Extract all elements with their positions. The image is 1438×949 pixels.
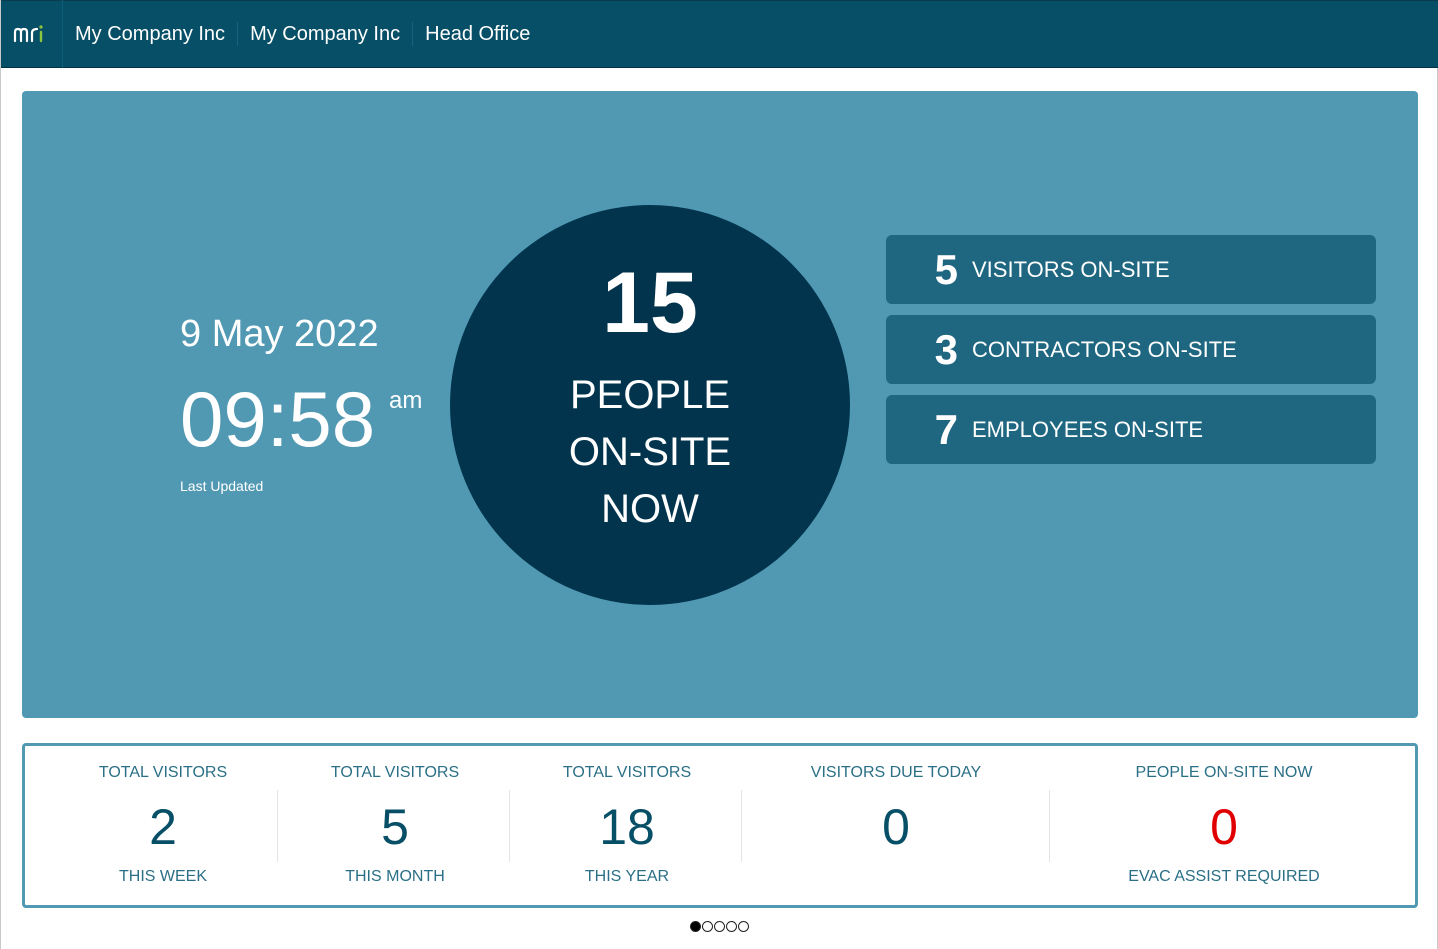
time-am-pm: am xyxy=(389,387,423,414)
summary-divider xyxy=(741,790,742,862)
summary-subtitle: EVAC ASSIST REQUIRED xyxy=(1128,868,1320,885)
summary-heading: PEOPLE ON-SITE NOW xyxy=(1135,764,1313,781)
summary-value-alert: 0 xyxy=(1210,799,1238,855)
onsite-summary-panel: 9 May 2022 09:58 am Last Updated 15 PEOP… xyxy=(22,91,1418,718)
slide-pager xyxy=(690,921,749,932)
people-onsite-label-line: NOW xyxy=(601,487,699,531)
people-onsite-label-line: ON-SITE xyxy=(568,430,732,474)
summary-heading: TOTAL VISITORS xyxy=(562,764,692,781)
evac-assist-required: PEOPLE ON-SITE NOW 0 EVAC ASSIST REQUIRE… xyxy=(1051,746,1397,905)
visitors-onsite-count: 5 xyxy=(934,245,958,293)
summary-value: 2 xyxy=(149,799,177,855)
visitors-onsite-card[interactable]: 5 VISITORS ON-SITE xyxy=(886,235,1376,304)
summary-heading: VISITORS DUE TODAY xyxy=(810,764,982,781)
contractors-onsite-card[interactable]: 3 CONTRACTORS ON-SITE xyxy=(886,315,1376,384)
pager-dot-4[interactable] xyxy=(726,921,737,932)
total-visitors-week: TOTAL VISITORS 2 THIS WEEK xyxy=(47,746,279,905)
last-updated-label: Last Updated xyxy=(180,478,264,494)
breadcrumb-company[interactable]: My Company Inc xyxy=(63,22,239,46)
summary-heading: TOTAL VISITORS xyxy=(330,764,460,781)
summary-divider xyxy=(509,790,510,862)
employees-onsite-card[interactable]: 7 EMPLOYEES ON-SITE xyxy=(886,395,1376,464)
pager-dot-2[interactable] xyxy=(702,921,713,932)
mri-logo-icon[interactable] xyxy=(1,0,63,68)
people-onsite-circle: 15 PEOPLE ON-SITE NOW xyxy=(450,205,850,605)
visitor-totals-strip: TOTAL VISITORS 2 THIS WEEK TOTAL VISITOR… xyxy=(22,743,1418,908)
total-visitors-month: TOTAL VISITORS 5 THIS MONTH xyxy=(279,746,511,905)
top-nav-bar: My Company Inc My Company Inc Head Offic… xyxy=(1,0,1438,68)
summary-subtitle: THIS WEEK xyxy=(118,868,207,885)
summary-value: 5 xyxy=(381,799,409,855)
summary-subtitle: THIS MONTH xyxy=(345,868,445,885)
visitors-onsite-label: VISITORS ON-SITE xyxy=(972,256,1170,282)
breadcrumb-site[interactable]: Head Office xyxy=(413,22,542,46)
summary-divider xyxy=(277,790,278,862)
people-onsite-label-line: PEOPLE xyxy=(569,373,731,417)
current-time: 09:58 xyxy=(180,375,376,463)
employees-onsite-label: EMPLOYEES ON-SITE xyxy=(972,416,1204,442)
contractors-onsite-label: CONTRACTORS ON-SITE xyxy=(972,336,1237,362)
summary-subtitle: THIS YEAR xyxy=(584,868,670,885)
contractors-onsite-count: 3 xyxy=(934,325,958,373)
current-date: 9 May 2022 xyxy=(180,313,379,355)
visitors-due-today: VISITORS DUE TODAY 0 xyxy=(743,746,1049,905)
pager-dot-1[interactable] xyxy=(690,921,701,932)
employees-onsite-count: 7 xyxy=(934,405,958,453)
summary-divider xyxy=(1049,790,1050,862)
people-onsite-count: 15 xyxy=(602,255,698,351)
breadcrumb-company-2[interactable]: My Company Inc xyxy=(238,22,414,46)
summary-heading: TOTAL VISITORS xyxy=(98,764,228,781)
summary-value: 0 xyxy=(882,799,910,855)
summary-value: 18 xyxy=(599,799,655,855)
pager-dot-3[interactable] xyxy=(714,921,725,932)
people-onsite-label: PEOPLE ON-SITE NOW xyxy=(450,367,850,538)
pager-dot-5[interactable] xyxy=(738,921,749,932)
total-visitors-year: TOTAL VISITORS 18 THIS YEAR xyxy=(511,746,743,905)
